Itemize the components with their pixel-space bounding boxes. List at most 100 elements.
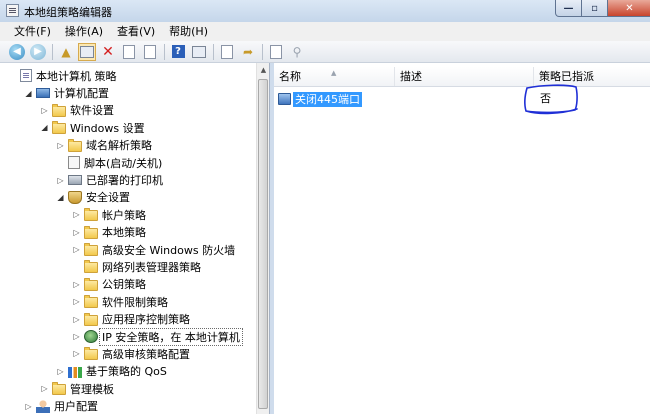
collapsed-arrow-icon[interactable]: ▷	[72, 349, 81, 358]
folder-icon	[52, 103, 66, 117]
folder-up-icon: ▲	[61, 44, 71, 59]
tree-item[interactable]: ◢ 计算机配置	[0, 84, 256, 101]
tree-item[interactable]: ▷ 本地策略	[0, 224, 256, 241]
menu-action[interactable]: 操作(A)	[58, 22, 110, 41]
tree-item[interactable]: ◢ Windows 设置	[0, 119, 256, 136]
minimize-button[interactable]: —	[555, 0, 582, 17]
tree-item-label: Windows 设置	[70, 121, 145, 135]
tree-item[interactable]: ▷ 基于策略的 QoS	[0, 363, 256, 380]
tree-item[interactable]: ▷ 高级安全 Windows 防火墙	[0, 241, 256, 258]
assign-policy-icon: ➦	[242, 44, 254, 59]
tree-item-label: 公钥策略	[102, 278, 146, 292]
tree-item-label: 本地策略	[102, 226, 146, 240]
folder-icon	[84, 225, 98, 239]
up-one-level-button[interactable]: ▲	[57, 43, 75, 61]
collapsed-arrow-icon[interactable]: ▷	[72, 245, 81, 254]
maximize-button[interactable]: ▫	[582, 0, 608, 17]
back-button[interactable]: ◀	[8, 43, 26, 61]
ip-security-icon	[84, 330, 98, 344]
tree-item[interactable]: ▷ 软件设置	[0, 102, 256, 119]
folder-icon	[84, 295, 98, 309]
tree-item[interactable]: ▷ 应用程序控制策略	[0, 310, 256, 327]
help-icon: ?	[171, 45, 185, 58]
tree-item[interactable]: ▷ 公钥策略	[0, 276, 256, 293]
window-controls: — ▫ ✕	[555, 0, 650, 18]
collapsed-arrow-icon[interactable]: ▷	[56, 141, 65, 150]
delete-button[interactable]: ✕	[99, 43, 117, 61]
tree-item[interactable]: 网络列表管理器策略	[0, 258, 256, 275]
forward-button[interactable]: ▶	[29, 43, 47, 61]
collapsed-arrow-icon[interactable]: ▷	[56, 176, 65, 185]
new-policy-button[interactable]	[218, 43, 236, 61]
title-bar[interactable]: 本地组策略编辑器 — ▫ ✕	[0, 0, 650, 22]
menu-help[interactable]: 帮助(H)	[162, 22, 215, 41]
show-hide-tree-icon	[80, 45, 94, 58]
tree-item-label: 帐户策略	[102, 208, 146, 222]
collapsed-arrow-icon[interactable]: ▷	[72, 297, 81, 306]
collapsed-arrow-icon[interactable]: ▷	[40, 384, 49, 393]
close-icon: ✕	[625, 2, 634, 14]
collapsed-arrow-icon[interactable]: ▷	[56, 367, 65, 376]
expanded-arrow-icon[interactable]: ◢	[56, 193, 65, 202]
security-settings-icon	[68, 190, 82, 204]
scrollbar-thumb[interactable]	[258, 79, 268, 409]
collapsed-arrow-icon[interactable]: ▷	[72, 280, 81, 289]
tree-pane[interactable]: 本地计算机 策略 ◢ 计算机配置 ▷ 软件设置 ◢ Windows 设置 ▷ 域名解析策略 脚本(…	[0, 63, 270, 414]
tree-scrollbar[interactable]: ▲	[256, 63, 269, 414]
help-button[interactable]: ?	[169, 43, 187, 61]
unassign-button[interactable]: ⚲	[288, 43, 306, 61]
collapsed-arrow-icon[interactable]: ▷	[24, 402, 33, 411]
assign-policy-button[interactable]: ➦	[239, 43, 257, 61]
export-list-icon	[144, 44, 156, 59]
window-title: 本地组策略编辑器	[24, 6, 112, 19]
manage-filters-button[interactable]	[267, 43, 285, 61]
table-row[interactable]: 关闭445端口 否	[274, 90, 650, 109]
menu-view[interactable]: 查看(V)	[110, 22, 162, 41]
collapsed-arrow-icon[interactable]: ▷	[72, 228, 81, 237]
tree-item[interactable]: 本地计算机 策略	[0, 67, 256, 84]
properties-button[interactable]	[120, 43, 138, 61]
collapsed-arrow-icon[interactable]: ▷	[72, 210, 81, 219]
expanded-arrow-icon[interactable]: ◢	[40, 123, 49, 132]
tree-item[interactable]: ▷ 域名解析策略	[0, 137, 256, 154]
close-button[interactable]: ✕	[608, 0, 650, 17]
column-name-header[interactable]: 名称 ▲	[274, 67, 395, 86]
computer-icon	[36, 88, 50, 99]
menu-file[interactable]: 文件(F)	[0, 22, 58, 41]
row-name-cell[interactable]: 关闭445端口	[278, 91, 362, 107]
tree-item-label: 脚本(启动/关机)	[84, 156, 163, 170]
tree-item[interactable]: ▷ 用户配置	[0, 397, 256, 414]
tree-item[interactable]: ▷ IP 安全策略，在 本地计算机	[0, 327, 256, 346]
collapsed-arrow-icon[interactable]: ▷	[72, 332, 81, 341]
expanded-arrow-icon[interactable]: ◢	[24, 89, 33, 98]
tree-item[interactable]: ▷ 管理模板	[0, 380, 256, 397]
scroll-up-icon[interactable]: ▲	[258, 64, 269, 76]
column-description-header[interactable]: 描述	[395, 67, 534, 86]
export-list-button[interactable]	[141, 43, 159, 61]
tree-item-label: 域名解析策略	[86, 139, 152, 153]
tree-item[interactable]: ▷ 高级审核策略配置	[0, 345, 256, 362]
details-pane[interactable]: 名称 ▲ 描述 策略已指派 关闭445端口 否	[274, 63, 650, 414]
toolbar-separator	[213, 43, 214, 60]
folder-icon	[52, 121, 66, 135]
qos-chart-icon	[68, 366, 82, 378]
show-hide-tree-button[interactable]	[78, 42, 96, 61]
tree-item[interactable]: ▷ 已部署的打印机	[0, 171, 256, 188]
tree-item-label: 本地计算机 策略	[36, 69, 117, 83]
tree-item[interactable]: 脚本(启动/关机)	[0, 154, 256, 171]
tree-item[interactable]: ◢ 安全设置	[0, 189, 256, 206]
tree-item-label: 网络列表管理器策略	[102, 260, 201, 274]
show-action-pane-button[interactable]	[190, 43, 208, 61]
no-toggle	[72, 262, 81, 271]
tree-item-label: 用户配置	[54, 400, 98, 414]
tree-item-label: 高级审核策略配置	[102, 347, 190, 361]
no-toggle	[8, 71, 17, 80]
collapsed-arrow-icon[interactable]: ▷	[72, 315, 81, 324]
tree-item[interactable]: ▷ 帐户策略	[0, 206, 256, 223]
tree-item[interactable]: ▷ 软件限制策略	[0, 293, 256, 310]
script-icon	[68, 156, 80, 170]
tree-item-label: 软件设置	[70, 104, 114, 118]
collapsed-arrow-icon[interactable]: ▷	[40, 106, 49, 115]
tree-item-label: IP 安全策略，在 本地计算机	[99, 327, 243, 346]
maximize-icon: ▫	[591, 2, 598, 14]
